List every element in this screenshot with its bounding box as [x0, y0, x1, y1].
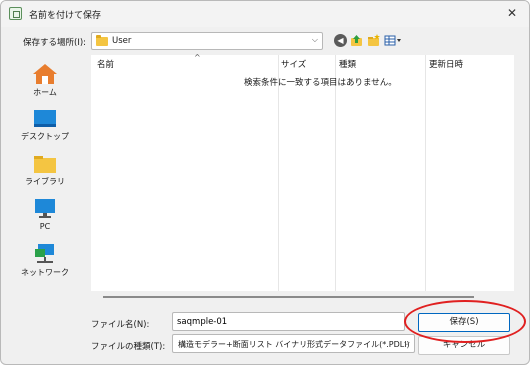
place-network[interactable]: ネットワーク — [9, 243, 81, 278]
filetype-label: ファイルの種類(T): — [91, 342, 166, 352]
new-folder-icon[interactable] — [367, 34, 380, 47]
filetype-dropdown[interactable]: 構造モデラー+断面リスト バイナリ形式データファイル(*.PDLI) ⌵ — [172, 334, 415, 353]
view-menu-icon[interactable] — [384, 34, 402, 47]
place-label-library: ライブラリ — [25, 177, 65, 186]
place-pc[interactable]: PC — [9, 198, 81, 231]
network-icon — [35, 244, 54, 263]
place-label-pc: PC — [39, 222, 51, 231]
place-desktop[interactable]: デスクトップ — [9, 109, 81, 142]
place-label-home: ホーム — [33, 88, 57, 97]
home-icon — [33, 64, 57, 84]
column-header-name[interactable]: 名前 — [97, 58, 114, 70]
up-folder-icon[interactable] — [350, 34, 363, 47]
save-as-dialog: 名前を付けて保存 ✕ 保存する場所(I): User ⌵ ◀ ホーム デスクトッ… — [0, 0, 530, 365]
title-bar: 名前を付けて保存 ✕ — [1, 1, 529, 27]
cancel-button[interactable]: キャンセル — [418, 336, 510, 355]
column-divider — [425, 55, 426, 291]
column-header-type[interactable]: 種類 — [339, 58, 356, 70]
filename-label: ファイル名(N): — [91, 320, 150, 330]
place-label-desktop: デスクトップ — [21, 132, 69, 141]
chevron-down-icon: ⌵ — [311, 35, 318, 44]
file-list[interactable]: 名前 ^ サイズ 種類 更新日時 検索条件に一致する項目はありません。 — [91, 53, 514, 291]
horizontal-scrollbar[interactable] — [103, 296, 474, 298]
sort-caret-icon: ^ — [194, 53, 201, 62]
chevron-down-icon: ⌵ — [403, 338, 410, 347]
filetype-value: 構造モデラー+断面リスト バイナリ形式データファイル(*.PDLI) — [178, 340, 410, 349]
app-icon — [9, 7, 22, 20]
folder-icon — [96, 35, 108, 46]
window-title: 名前を付けて保存 — [29, 11, 102, 21]
column-header-modified[interactable]: 更新日時 — [429, 58, 463, 70]
location-label: 保存する場所(I): — [23, 38, 87, 48]
close-button[interactable]: ✕ — [505, 6, 519, 20]
column-divider — [335, 55, 336, 291]
back-arrow-icon[interactable]: ◀ — [334, 34, 347, 47]
empty-message: 検索条件に一致する項目はありません。 — [244, 78, 397, 88]
save-button[interactable]: 保存(S) — [418, 313, 510, 332]
location-dropdown[interactable]: User ⌵ — [91, 32, 323, 50]
place-label-network: ネットワーク — [21, 268, 69, 277]
desktop-icon — [34, 110, 56, 127]
column-header-size[interactable]: サイズ — [281, 58, 306, 70]
places-bar: ホーム デスクトップ ライブラリ PC ネットワーク — [1, 57, 89, 287]
column-divider — [278, 55, 279, 291]
library-icon — [34, 156, 56, 173]
place-library[interactable]: ライブラリ — [9, 154, 81, 187]
location-value: User — [112, 36, 132, 46]
place-home[interactable]: ホーム — [9, 63, 81, 98]
filename-input[interactable] — [172, 312, 405, 331]
pc-icon — [35, 199, 55, 218]
